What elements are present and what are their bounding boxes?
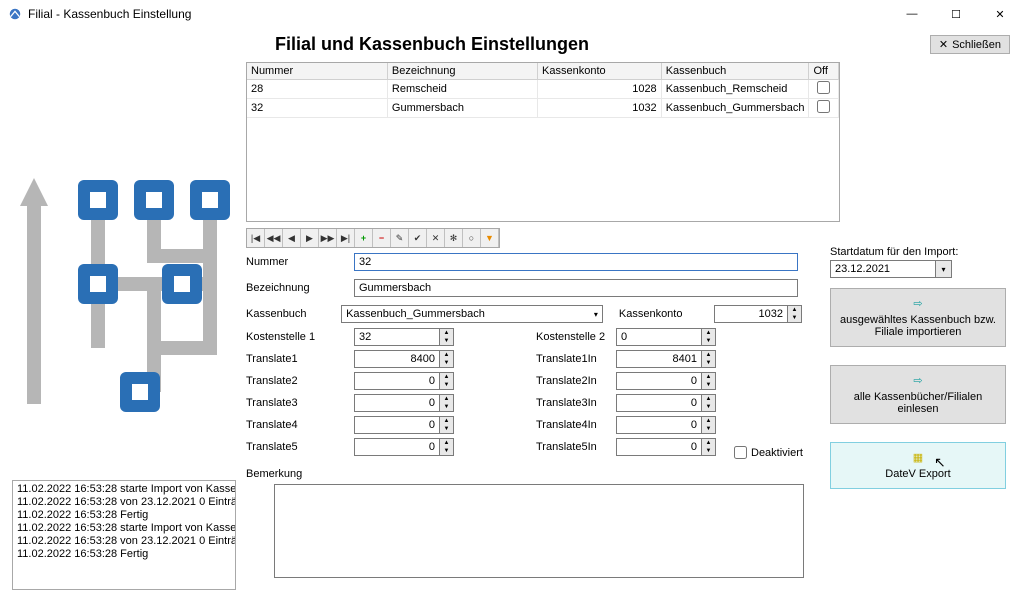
kostenstelle2-label: Kostenstelle 2 <box>536 331 616 343</box>
translate2-spin[interactable]: 0 <box>354 372 440 390</box>
translate1in-spin[interactable]: 8401 <box>616 350 702 368</box>
deaktiviert-label: Deaktiviert <box>751 447 803 459</box>
import-selected-button[interactable]: ⇨ ausgewähltes Kassenbuch bzw. Filiale i… <box>830 288 1006 347</box>
spin-up-icon[interactable]: ▲ <box>788 306 801 314</box>
kostenstelle2-spin[interactable]: 0 <box>616 328 702 346</box>
nav-add-button[interactable]: + <box>355 229 373 247</box>
col-nummer[interactable]: Nummer <box>247 63 387 80</box>
import-all-icon: ⇨ <box>913 374 922 387</box>
off-checkbox[interactable] <box>817 100 830 113</box>
app-icon <box>8 7 22 21</box>
nav-post-button[interactable]: ✔ <box>409 229 427 247</box>
translate4-label: Translate4 <box>246 419 354 431</box>
table-row[interactable]: 28 Remscheid 1028 Kassenbuch_Remscheid <box>247 80 839 99</box>
datev-export-button[interactable]: ▦ DateV Export <box>830 442 1006 489</box>
translate2in-spin[interactable]: 0 <box>616 372 702 390</box>
spin-down-icon[interactable]: ▼ <box>788 314 801 322</box>
translate5in-spin[interactable]: 0 <box>616 438 702 456</box>
translate5in-label: Translate5In <box>536 441 616 453</box>
translate2-label: Translate2 <box>246 375 354 387</box>
translate2in-label: Translate2In <box>536 375 616 387</box>
translate5-spin[interactable]: 0 <box>354 438 440 456</box>
translate4in-label: Translate4In <box>536 419 616 431</box>
tree-illustration <box>12 174 234 420</box>
nav-cancel-button[interactable]: ✕ <box>427 229 445 247</box>
kassenbuch-select[interactable]: Kassenbuch_Gummersbach ▾ <box>341 305 603 323</box>
import-all-button[interactable]: ⇨ alle Kassenbücher/Filialen einlesen <box>830 365 1006 424</box>
page-title: Filial und Kassenbuch Einstellungen <box>275 34 589 55</box>
startdatum-input[interactable]: 23.12.2021 <box>830 260 936 278</box>
nav-prev-page-button[interactable]: ◀◀ <box>265 229 283 247</box>
bemerkung-textarea[interactable] <box>274 484 804 578</box>
close-icon: ✕ <box>939 38 948 51</box>
col-off[interactable]: Off <box>809 63 839 80</box>
datev-icon: ▦ <box>913 451 923 464</box>
translate3-spin[interactable]: 0 <box>354 394 440 412</box>
col-kassenbuch[interactable]: Kassenbuch <box>661 63 809 80</box>
close-button[interactable]: ✕ Schließen <box>930 35 1010 54</box>
window-maximize-button[interactable]: ☐ <box>934 0 978 28</box>
window-title: Filial - Kassenbuch Einstellung <box>28 7 191 21</box>
translate1in-label: Translate1In <box>536 353 616 365</box>
nav-prev-button[interactable]: ◀ <box>283 229 301 247</box>
nav-last-button[interactable]: ▶| <box>337 229 355 247</box>
kassenkonto-spin[interactable]: 1032 <box>714 305 788 323</box>
translate5-label: Translate5 <box>246 441 354 453</box>
translate4-spin[interactable]: 0 <box>354 416 440 434</box>
chevron-down-icon: ▾ <box>594 310 598 319</box>
window-minimize-button[interactable]: — <box>890 0 934 28</box>
deaktiviert-checkbox[interactable] <box>734 446 747 459</box>
window-close-button[interactable]: ✕ <box>978 0 1022 28</box>
translate1-spin[interactable]: 8400 <box>354 350 440 368</box>
nav-first-button[interactable]: |◀ <box>247 229 265 247</box>
col-kassenkonto[interactable]: Kassenkonto <box>538 63 662 80</box>
translate3in-label: Translate3In <box>536 397 616 409</box>
col-bezeichnung[interactable]: Bezeichnung <box>387 63 537 80</box>
off-checkbox[interactable] <box>817 81 830 94</box>
kostenstelle1-spin[interactable]: 32 <box>354 328 440 346</box>
nav-delete-button[interactable]: − <box>373 229 391 247</box>
nav-edit-button[interactable]: ✎ <box>391 229 409 247</box>
nummer-label: Nummer <box>246 256 354 268</box>
kassenkonto-label: Kassenkonto <box>619 308 714 320</box>
bezeichnung-input[interactable]: Gummersbach <box>354 279 798 297</box>
log-output: 11.02.2022 16:53:28 starte Import von Ka… <box>12 480 236 590</box>
bezeichnung-label: Bezeichnung <box>246 282 354 294</box>
table-row[interactable]: 32 Gummersbach 1032 Kassenbuch_Gummersba… <box>247 99 839 118</box>
kassenbuch-label: Kassenbuch <box>246 308 341 320</box>
bemerkung-label: Bemerkung <box>246 468 302 480</box>
startdatum-label: Startdatum für den Import: <box>830 246 1006 258</box>
nummer-input[interactable]: 32 <box>354 253 798 271</box>
date-dropdown-button[interactable]: ▾ <box>936 260 952 278</box>
window-titlebar: Filial - Kassenbuch Einstellung — ☐ ✕ <box>0 0 1024 28</box>
filial-grid[interactable]: Nummer Bezeichnung Kassenkonto Kassenbuc… <box>246 62 840 222</box>
translate4in-spin[interactable]: 0 <box>616 416 702 434</box>
kostenstelle1-label: Kostenstelle 1 <box>246 331 354 343</box>
nav-filter-button[interactable]: ▼ <box>481 229 499 247</box>
close-button-label: Schließen <box>952 39 1001 51</box>
nav-bookmark-button[interactable]: ○ <box>463 229 481 247</box>
translate3in-spin[interactable]: 0 <box>616 394 702 412</box>
nav-refresh-button[interactable]: ✻ <box>445 229 463 247</box>
db-navigator-toolbar: |◀ ◀◀ ◀ ▶ ▶▶ ▶| + − ✎ ✔ ✕ ✻ ○ ▼ <box>246 228 500 248</box>
translate3-label: Translate3 <box>246 397 354 409</box>
import-icon: ⇨ <box>913 297 922 310</box>
translate1-label: Translate1 <box>246 353 354 365</box>
nav-next-button[interactable]: ▶ <box>301 229 319 247</box>
nav-next-page-button[interactable]: ▶▶ <box>319 229 337 247</box>
